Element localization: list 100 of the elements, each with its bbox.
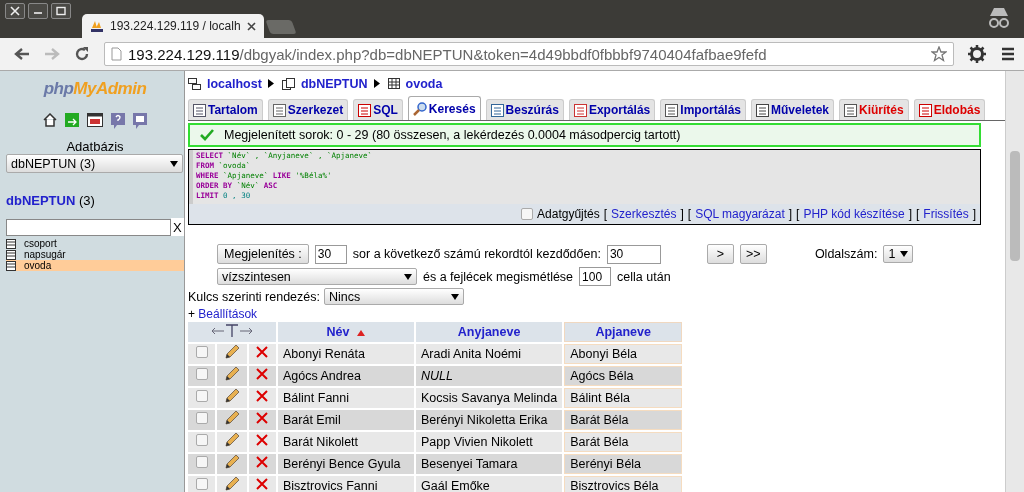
row-checkbox[interactable]: [195, 478, 208, 490]
clear-filter-button[interactable]: X: [171, 218, 184, 236]
tab-icon: [573, 103, 587, 117]
table-icon: [6, 260, 16, 271]
tab[interactable]: SQL: [353, 99, 403, 120]
dropdown-arrow-icon: [451, 293, 459, 300]
bracket: ]: [908, 207, 912, 221]
query-action-link[interactable]: Szerkesztés: [611, 207, 677, 221]
pencil-icon[interactable]: [224, 454, 240, 470]
database-select[interactable]: dbNEPTUN (3): [6, 154, 183, 173]
star-icon[interactable]: [931, 46, 947, 62]
last-page-button[interactable]: >>: [739, 244, 767, 264]
repeat-headers-label: és a fejlécek megismétlése: [423, 269, 574, 284]
scrollbar[interactable]: [1005, 71, 1024, 492]
delete-icon[interactable]: [256, 390, 269, 402]
tab[interactable]: Importálás: [660, 99, 746, 120]
display-mode-select[interactable]: vízszintesen: [217, 268, 417, 285]
breadcrumb-link[interactable]: localhost: [207, 76, 262, 91]
delete-icon[interactable]: [256, 346, 269, 358]
table-item[interactable]: csoport: [6, 238, 184, 249]
table-cell: Berényi Béla: [564, 454, 683, 474]
options-link[interactable]: Beállítások: [198, 307, 258, 321]
browser-tab[interactable]: 193.224.129.119 / localh: [82, 14, 264, 38]
start-row-field[interactable]: 30: [606, 244, 661, 264]
exit-icon[interactable]: [65, 113, 79, 127]
query-action-link[interactable]: PHP kód készítése: [803, 207, 905, 221]
pencil-icon[interactable]: [224, 410, 240, 426]
database-link[interactable]: dbNEPTUN: [6, 193, 76, 208]
bracket: [: [796, 207, 800, 221]
close-icon[interactable]: [5, 3, 25, 19]
table-filter-field[interactable]: [6, 218, 171, 236]
tab[interactable]: Beszúrás: [485, 99, 564, 120]
pencil-icon[interactable]: [224, 476, 240, 492]
column-header[interactable]: Apjaneve: [564, 322, 683, 342]
checkmark-icon: [200, 129, 214, 141]
settings-icon[interactable]: [968, 45, 986, 63]
row-checkbox[interactable]: [195, 346, 208, 358]
table-cell: Barát Nikolett: [278, 432, 414, 452]
pencil-icon[interactable]: [224, 432, 240, 448]
address-bar[interactable]: 193.224.129.119/dbgyak/index.php?db=dbNEPTUN&token=4d49bbdf0fbbbf9740404fafbae9fefd: [104, 42, 954, 66]
table-cell: Agócs Andrea: [278, 366, 414, 386]
query-action-link[interactable]: Frissítés: [923, 207, 969, 221]
tab-icon: [665, 103, 679, 117]
pencil-icon[interactable]: [224, 344, 240, 360]
tab[interactable]: Szerkezet: [267, 99, 349, 120]
delete-icon[interactable]: [256, 456, 269, 468]
help-icon[interactable]: [111, 113, 125, 129]
tab[interactable]: Tartalom: [188, 99, 263, 120]
minimize-icon[interactable]: [28, 3, 48, 19]
dropdown-arrow-icon: [900, 251, 909, 257]
query-action-link[interactable]: SQL magyarázat: [695, 207, 785, 221]
tab[interactable]: Exportálás: [568, 99, 656, 120]
pencil-icon[interactable]: [224, 366, 240, 382]
breadcrumb-link[interactable]: dbNEPTUN: [300, 76, 368, 91]
row-checkbox[interactable]: [195, 434, 208, 446]
bracket: ]: [972, 207, 976, 221]
back-icon[interactable]: [14, 47, 30, 61]
new-tab-button[interactable]: [265, 20, 297, 34]
breadcrumb-link[interactable]: ovoda: [405, 76, 443, 91]
tab[interactable]: Eldobás: [913, 99, 986, 120]
sort-by-key-label: Kulcs szerinti rendezés:: [188, 289, 320, 304]
dropdown-arrow-icon: [404, 273, 412, 280]
tab[interactable]: Kiürítés: [839, 99, 909, 120]
row-checkbox[interactable]: [195, 390, 208, 402]
profiling-label: Adatgyűjtés: [537, 207, 600, 221]
home-icon[interactable]: [43, 113, 57, 127]
table-cell: Bisztrovics Béla: [564, 476, 683, 492]
menu-icon[interactable]: [1000, 46, 1016, 62]
close-icon[interactable]: [246, 21, 256, 31]
pencil-icon[interactable]: [224, 388, 240, 404]
sort-by-key-select[interactable]: Nincs: [324, 288, 464, 305]
column-header[interactable]: Anyjaneve: [416, 322, 563, 342]
table-cell: Abonyi Béla: [564, 344, 683, 364]
row-checkbox[interactable]: [195, 456, 208, 468]
column-header[interactable]: Név: [278, 322, 414, 342]
delete-icon[interactable]: [256, 412, 269, 424]
row-checkbox[interactable]: [195, 412, 208, 424]
delete-icon[interactable]: [256, 434, 269, 446]
repeat-headers-field[interactable]: 100: [579, 267, 612, 286]
table-item[interactable]: napsugár: [6, 249, 184, 260]
tab[interactable]: Keresés: [407, 96, 481, 120]
delete-icon[interactable]: [256, 478, 269, 490]
sql-window-icon[interactable]: [87, 113, 103, 127]
next-page-button[interactable]: >: [706, 244, 734, 264]
tab-title: 193.224.129.119 / localh: [110, 19, 241, 33]
caret-icon: [267, 79, 274, 88]
row-checkbox[interactable]: [195, 368, 208, 380]
delete-icon[interactable]: [256, 368, 269, 380]
reload-icon[interactable]: [74, 46, 90, 62]
show-button[interactable]: Megjelenítés :: [217, 244, 309, 264]
tab[interactable]: Műveletek: [751, 99, 834, 120]
tab-icon: [272, 103, 286, 117]
table-item[interactable]: ovoda: [6, 260, 184, 271]
page-number-select[interactable]: 1: [883, 245, 914, 263]
column-resize-icon: [211, 323, 253, 338]
sql-docs-icon[interactable]: [133, 113, 147, 129]
maximize-icon[interactable]: [51, 3, 71, 19]
tab-icon: [918, 103, 932, 117]
row-count-field[interactable]: 30: [314, 244, 347, 264]
profiling-checkbox[interactable]: [521, 208, 534, 220]
